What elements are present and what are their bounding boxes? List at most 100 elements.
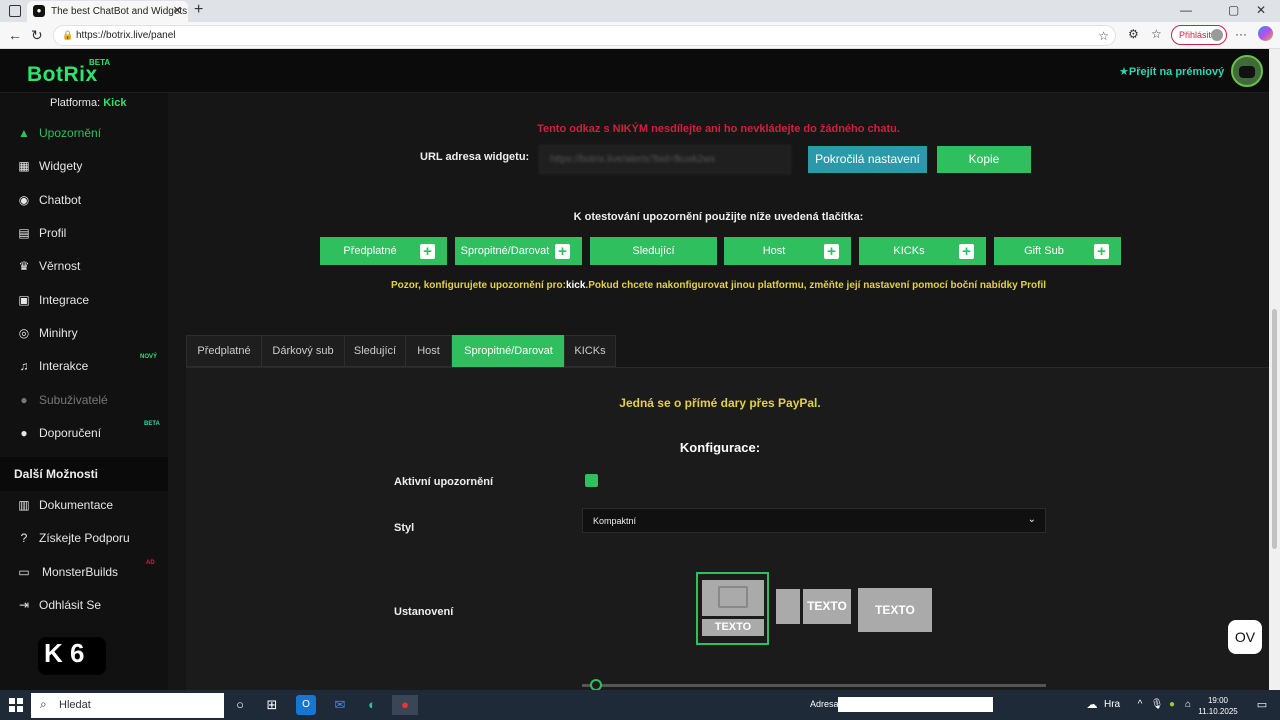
extensions-icon[interactable]: ⚙: [1128, 27, 1139, 41]
test-button-label: Předplatné: [343, 245, 397, 257]
browser-tab[interactable]: ● The best ChatBot and Widgets fo ✕: [27, 1, 188, 22]
user-avatar[interactable]: [1231, 55, 1263, 87]
app-icon[interactable]: ●: [392, 695, 418, 715]
test-button-spropitne[interactable]: Spropitné/Darovat +: [455, 237, 582, 265]
notifications-icon[interactable]: ▭: [1252, 695, 1272, 715]
back-icon[interactable]: ←: [8, 27, 22, 43]
close-window-icon[interactable]: ✕: [1256, 3, 1266, 17]
task-view-icon[interactable]: ○: [230, 695, 250, 715]
sidebar-item-label: Získejte Podporu: [39, 531, 130, 545]
login-button[interactable]: Přihlásit: [1171, 25, 1227, 45]
sidebar-item-podpora[interactable]: ? Získejte Podporu: [0, 524, 168, 552]
sidebar: Platforma: Kick ▲ Upozornění ▦ Widgety ◉ Ch…: [0, 93, 168, 690]
sidebar-item-label: Widgety: [39, 159, 83, 173]
tab-actions-icon[interactable]: [9, 5, 21, 17]
page-scrollbar[interactable]: [1269, 49, 1280, 690]
sidebar-item-label: Chatbot: [39, 193, 82, 207]
layout-label: Ustanovení: [394, 606, 454, 618]
sidebar-item-subuzivatele[interactable]: ● Subuživatelé: [0, 386, 168, 414]
network-icon[interactable]: ⌂: [1178, 695, 1198, 715]
sidebar-item-profil[interactable]: ▤ Profil: [0, 219, 168, 247]
url-label: URL adresa widgetu:: [420, 151, 530, 163]
favorites-icon[interactable]: ☆: [1151, 27, 1162, 41]
advanced-settings-button[interactable]: Pokročilá nastavení: [808, 146, 927, 173]
floating-ov-button[interactable]: OV: [1228, 620, 1262, 654]
scrollbar-thumb[interactable]: [1272, 309, 1277, 549]
close-tab-icon[interactable]: ✕: [173, 4, 182, 17]
weather-icon[interactable]: ☁: [1082, 695, 1102, 715]
integration-icon: ▣: [18, 293, 30, 307]
site-favicon-icon: ●: [33, 5, 45, 17]
image-placeholder-icon: [776, 589, 800, 624]
sidebar-item-vernost[interactable]: ♛ Věrnost: [0, 252, 168, 280]
windows-start-icon[interactable]: [9, 698, 23, 712]
tab-kicks[interactable]: KICKs: [564, 335, 616, 367]
restore-icon[interactable]: ▢: [1228, 3, 1239, 17]
test-button-label: Sledující: [632, 245, 675, 257]
copilot-icon[interactable]: [1258, 26, 1273, 41]
trophy-icon: ♛: [18, 259, 30, 273]
test-button-kicks[interactable]: KICKs +: [859, 237, 986, 265]
style-label: Styl: [394, 522, 415, 534]
sidebar-item-doporuceni[interactable]: ● Doporučení BETA: [0, 419, 168, 447]
plus-icon: +: [555, 244, 570, 259]
login-label: Přihlásit: [1179, 30, 1212, 40]
sidebar-item-label: Dokumentace: [39, 498, 114, 512]
sidebar-item-chatbot[interactable]: ◉ Chatbot: [0, 186, 168, 214]
sidebar-item-widgety[interactable]: ▦ Widgety: [0, 152, 168, 180]
clock-date: 11.10.2025: [1198, 707, 1238, 716]
address-toolbar-input[interactable]: [838, 697, 993, 712]
plus-icon: +: [420, 244, 435, 259]
sidebar-item-monsterbuilds[interactable]: ▭ MonsterBuilds AD: [0, 558, 168, 586]
taskbar-search-label: Hledat: [59, 699, 91, 711]
taskbar: ⌕ Hledat ○ ⊞ O ✉ ◐ ● Adresa ☁ Hra ^ 🎙 ● ⌂…: [0, 690, 1280, 720]
picture-icon: [718, 586, 748, 608]
tab-host[interactable]: Host: [405, 335, 452, 367]
users-icon: ●: [20, 393, 28, 407]
widgets-icon[interactable]: ⊞: [262, 695, 282, 715]
active-alert-checkbox[interactable]: [585, 474, 598, 487]
clock[interactable]: 19:00 11.10.2025: [1198, 695, 1238, 717]
user-group-icon: ●: [20, 426, 28, 440]
tab-predplatne[interactable]: Předplatné: [186, 335, 262, 367]
test-button-predplatne[interactable]: Předplatné +: [320, 237, 447, 265]
outlook-icon[interactable]: O: [296, 695, 316, 715]
address-bar[interactable]: 🔒 https://botrix.live/panel ☆: [53, 25, 1116, 46]
logo[interactable]: BotRix: [27, 63, 98, 87]
copy-button[interactable]: Kopie: [937, 146, 1031, 173]
edge-icon[interactable]: ◐: [362, 695, 382, 715]
layout-option-overlay[interactable]: TEXTO: [858, 588, 932, 632]
sidebar-item-minihry[interactable]: ◎ Minihry: [0, 319, 168, 347]
sidebar-item-integrace[interactable]: ▣ Integrace: [0, 286, 168, 314]
refresh-icon[interactable]: ↻: [31, 27, 43, 44]
widget-url-input[interactable]: https://botrix.live/alerts?bid=fkuxk2wx: [539, 145, 791, 174]
question-icon: ?: [20, 531, 28, 545]
messenger-icon[interactable]: ✉: [330, 695, 350, 715]
site-info-icon[interactable]: 🔒: [62, 30, 73, 41]
test-button-label: Gift Sub: [1024, 245, 1064, 257]
address-text: https://botrix.live/panel: [76, 30, 176, 41]
paypal-note: Jedná se o přímé dary přes PayPal.: [619, 396, 821, 410]
tab-spropitne-darovat[interactable]: Spropitné/Darovat: [452, 335, 565, 367]
tab-strip: ● The best ChatBot and Widgets fo ✕ + — …: [0, 0, 1280, 22]
sidebar-item-upozorneni[interactable]: ▲ Upozornění: [0, 119, 168, 147]
test-button-gift-sub[interactable]: Gift Sub +: [994, 237, 1121, 265]
sidebar-item-odhlasit[interactable]: ⇥ Odhlásit Se: [0, 591, 168, 619]
navigation-bar: ← ↻ 🔒 https://botrix.live/panel ☆ ⚙ ☆ Př…: [0, 22, 1280, 49]
more-menu-icon[interactable]: ···: [1235, 27, 1247, 41]
size-slider[interactable]: [582, 679, 1046, 691]
taskbar-search[interactable]: ⌕ Hledat: [31, 693, 224, 718]
style-select[interactable]: Kompaktní ⌄: [582, 508, 1046, 533]
minimize-icon[interactable]: —: [1180, 3, 1192, 17]
premium-link[interactable]: ★Přejít na prémiový: [1119, 65, 1224, 78]
layout-option-stacked[interactable]: TEXTO: [696, 572, 769, 645]
favorite-star-icon[interactable]: ☆: [1098, 29, 1109, 43]
tab-sledujici[interactable]: Sledující: [344, 335, 406, 367]
test-button-label: Host: [762, 245, 786, 257]
sidebar-item-dokumentace[interactable]: ▥ Dokumentace: [0, 491, 168, 519]
sidebar-item-interakce[interactable]: ♫ Interakce NOVÝ: [0, 352, 168, 380]
test-button-host[interactable]: Host +: [724, 237, 851, 265]
tab-darkovy-sub[interactable]: Dárkový sub: [261, 335, 345, 367]
new-tab-icon[interactable]: +: [194, 1, 203, 19]
test-button-sledujici[interactable]: Sledující: [590, 237, 717, 265]
